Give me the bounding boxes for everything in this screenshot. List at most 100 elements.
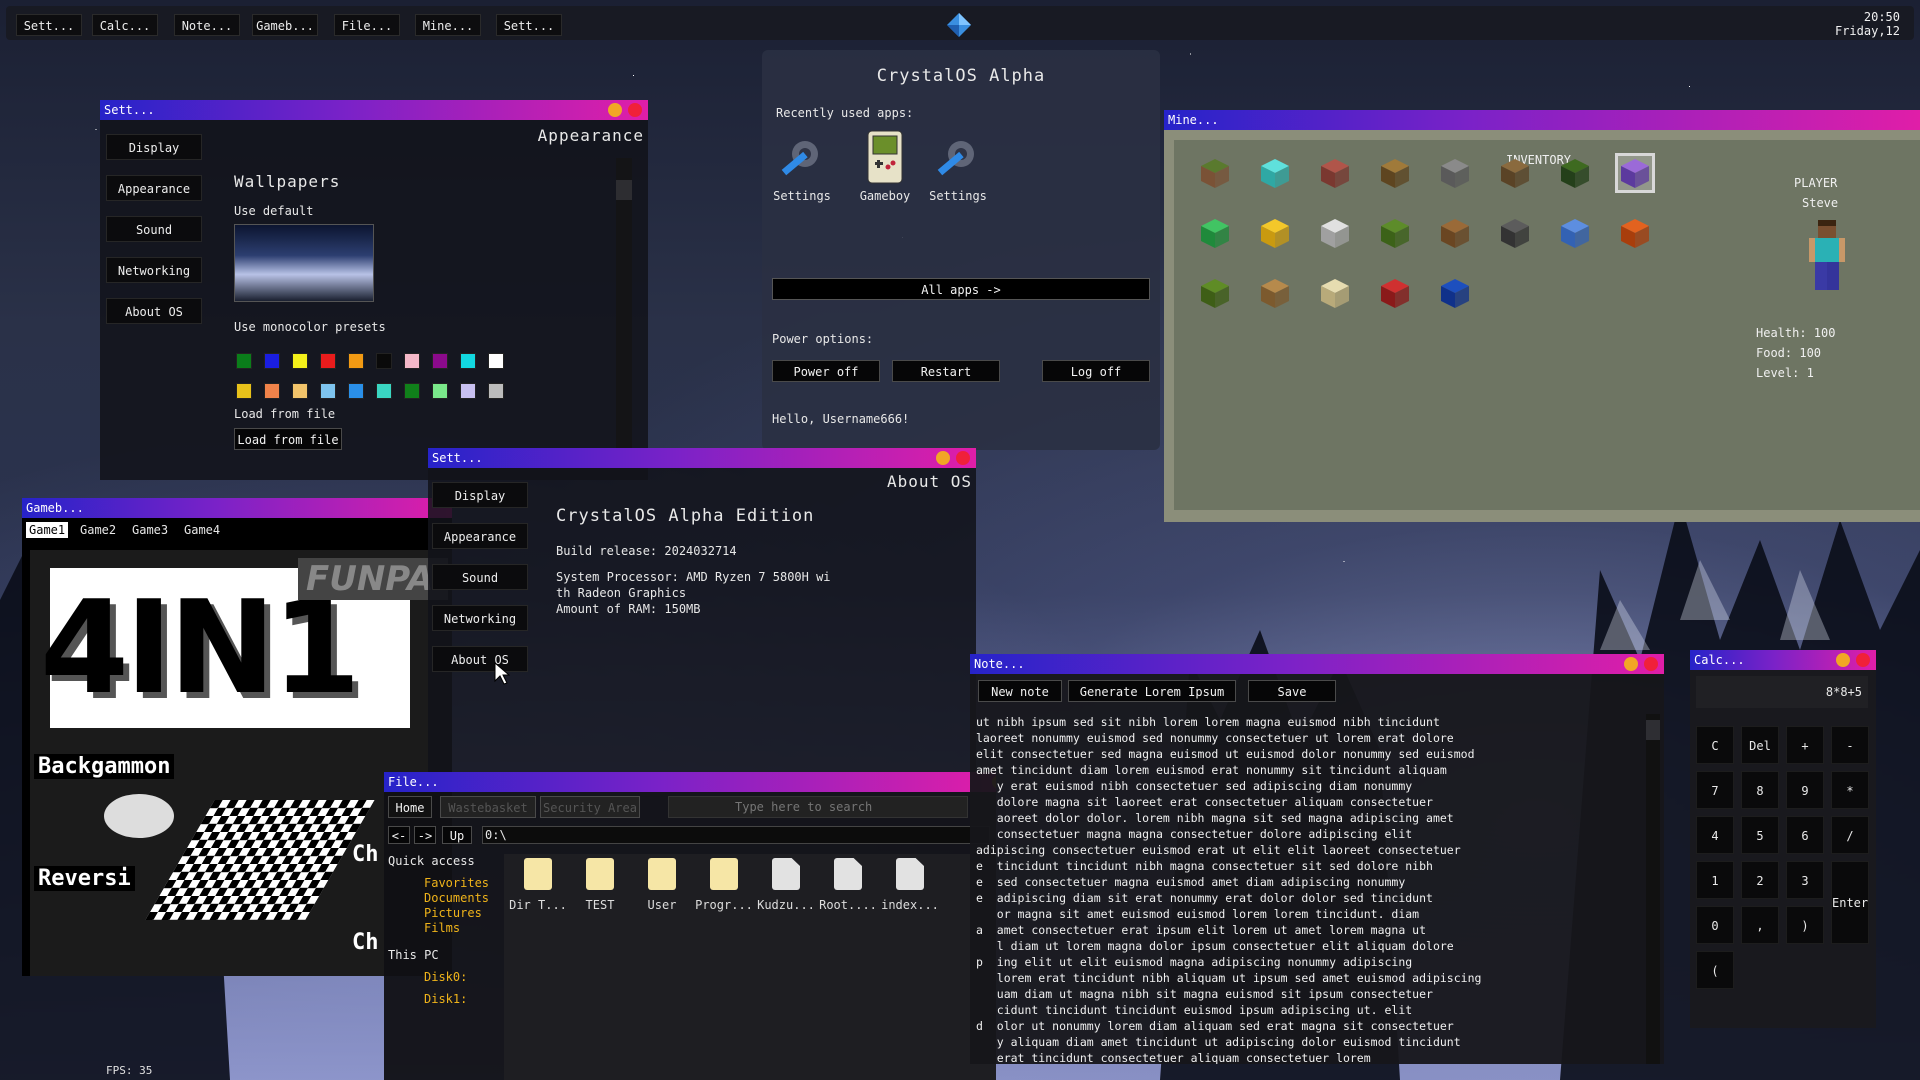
color-swatch[interactable] <box>404 353 420 369</box>
disk0-link[interactable]: Disk0: <box>424 970 467 984</box>
nav-sound[interactable]: Sound <box>106 216 202 242</box>
quick-films[interactable]: Films <box>424 921 460 935</box>
color-swatch[interactable] <box>376 383 392 399</box>
inventory-slot[interactable] <box>1558 216 1592 250</box>
quick-documents[interactable]: Documents <box>424 891 489 905</box>
titlebar[interactable]: Note... <box>970 654 1664 674</box>
taskbar-app-calculator[interactable]: Calc... <box>92 14 158 36</box>
calc-key[interactable]: ) <box>1786 906 1824 944</box>
file-item-root[interactable]: Root.... <box>818 858 878 912</box>
recent-app-settings[interactable]: Settings <box>772 134 832 203</box>
nav-about-os[interactable]: About OS <box>432 646 528 672</box>
nav-networking[interactable]: Networking <box>432 605 528 631</box>
nav-networking[interactable]: Networking <box>106 257 202 283</box>
back-button[interactable]: <- <box>388 826 410 844</box>
file-item-dir[interactable]: Dir T... <box>508 858 568 912</box>
inventory-slot[interactable] <box>1615 153 1655 193</box>
clock[interactable]: 20:50 Friday,12 <box>1835 10 1900 38</box>
log-off-button[interactable]: Log off <box>1042 360 1150 382</box>
color-swatch[interactable] <box>264 353 280 369</box>
calc-key[interactable]: 7 <box>1696 771 1734 809</box>
file-item-kudzu[interactable]: Kudzu... <box>756 858 816 912</box>
nav-sound[interactable]: Sound <box>432 564 528 590</box>
nav-appearance[interactable]: Appearance <box>432 523 528 549</box>
scrollbar[interactable] <box>1646 714 1660 1064</box>
color-swatch[interactable] <box>348 383 364 399</box>
inventory-slot[interactable] <box>1198 216 1232 250</box>
taskbar-app-minecraft[interactable]: Mine... <box>415 14 481 36</box>
minimize-button[interactable] <box>1624 657 1638 671</box>
calc-key[interactable]: Del <box>1741 726 1779 764</box>
quick-favorites[interactable]: Favorites <box>424 876 489 890</box>
all-apps-button[interactable]: All apps -> <box>772 278 1150 300</box>
inventory-slot[interactable] <box>1438 156 1472 190</box>
calc-key[interactable]: 1 <box>1696 861 1734 899</box>
color-swatch[interactable] <box>404 383 420 399</box>
save-button[interactable]: Save <box>1248 680 1336 702</box>
minimize-button[interactable] <box>608 103 622 117</box>
inventory-slot[interactable] <box>1378 276 1412 310</box>
path-bar[interactable]: 0:\ <box>482 826 990 844</box>
close-button[interactable] <box>1856 653 1870 667</box>
file-item-programs[interactable]: Progr... <box>694 858 754 912</box>
inventory-slot[interactable] <box>1258 156 1292 190</box>
close-button[interactable] <box>1644 657 1658 671</box>
generate-lorem-button[interactable]: Generate Lorem Ipsum <box>1068 680 1236 702</box>
crystal-logo-icon[interactable] <box>946 12 972 38</box>
forward-button[interactable]: -> <box>414 826 436 844</box>
tab-game2[interactable]: Game2 <box>80 523 116 537</box>
calc-key[interactable]: + <box>1786 726 1824 764</box>
up-button[interactable]: Up <box>442 826 472 844</box>
inventory-slot[interactable] <box>1378 156 1412 190</box>
titlebar[interactable]: File... <box>384 772 996 792</box>
inventory-slot[interactable] <box>1438 216 1472 250</box>
power-off-button[interactable]: Power off <box>772 360 880 382</box>
inventory-slot[interactable] <box>1258 216 1292 250</box>
calc-key[interactable]: 9 <box>1786 771 1824 809</box>
inventory-slot[interactable] <box>1558 156 1592 190</box>
disk1-link[interactable]: Disk1: <box>424 992 467 1006</box>
restart-button[interactable]: Restart <box>892 360 1000 382</box>
tab-game3[interactable]: Game3 <box>132 523 168 537</box>
inventory-slot[interactable] <box>1258 276 1292 310</box>
inventory-slot[interactable] <box>1438 276 1472 310</box>
load-from-file-button[interactable]: Load from file <box>234 428 342 450</box>
nav-appearance[interactable]: Appearance <box>106 175 202 201</box>
search-input[interactable] <box>668 796 968 818</box>
close-button[interactable] <box>628 103 642 117</box>
inventory-slot[interactable] <box>1198 276 1232 310</box>
tab-home[interactable]: Home <box>388 796 432 818</box>
taskbar-app-settings-2[interactable]: Sett... <box>496 14 562 36</box>
taskbar-app-settings[interactable]: Sett... <box>16 14 82 36</box>
color-swatch[interactable] <box>460 383 476 399</box>
tab-security-area[interactable]: Security Area <box>540 796 640 818</box>
color-swatch[interactable] <box>460 353 476 369</box>
taskbar-app-notepad[interactable]: Note... <box>174 14 240 36</box>
tab-game1[interactable]: Game1 <box>26 522 69 538</box>
taskbar-app-files[interactable]: File... <box>334 14 400 36</box>
color-swatch[interactable] <box>236 383 252 399</box>
calc-key[interactable]: 4 <box>1696 816 1734 854</box>
color-swatch[interactable] <box>348 353 364 369</box>
titlebar[interactable]: Gameb... <box>22 498 452 518</box>
inventory-slot[interactable] <box>1618 216 1652 250</box>
calc-key-enter[interactable]: Enter <box>1831 861 1869 944</box>
color-swatch[interactable] <box>432 383 448 399</box>
calc-key[interactable]: 5 <box>1741 816 1779 854</box>
minimize-button[interactable] <box>1836 653 1850 667</box>
inventory-slot[interactable] <box>1318 276 1352 310</box>
calc-key[interactable]: - <box>1831 726 1869 764</box>
calc-key[interactable]: 0 <box>1696 906 1734 944</box>
color-swatch[interactable] <box>488 353 504 369</box>
recent-app-settings-2[interactable]: Settings <box>928 134 988 203</box>
inventory-slot[interactable] <box>1378 216 1412 250</box>
color-swatch[interactable] <box>292 383 308 399</box>
color-swatch[interactable] <box>264 383 280 399</box>
titlebar[interactable]: Calc... <box>1690 650 1876 670</box>
nav-display[interactable]: Display <box>106 134 202 160</box>
default-wallpaper-thumbnail[interactable] <box>234 224 374 302</box>
recent-app-gameboy[interactable]: Gameboy <box>850 130 920 203</box>
file-item-index[interactable]: index... <box>880 858 940 912</box>
calc-key[interactable]: / <box>1831 816 1869 854</box>
minimize-button[interactable] <box>936 451 950 465</box>
